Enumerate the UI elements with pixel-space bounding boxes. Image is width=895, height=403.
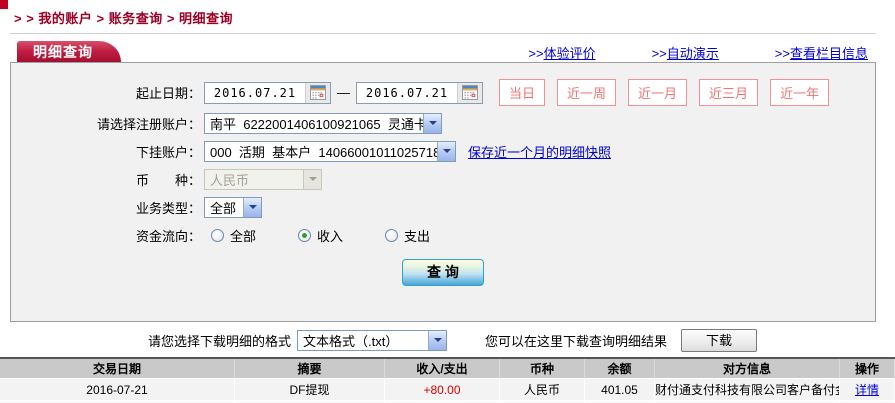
- download-format-value: 文本格式（.txt）: [303, 333, 399, 349]
- cell-action: 详情: [840, 379, 895, 401]
- tab-swoosh-shape: [99, 41, 121, 62]
- col-header-amount: 收入/支出: [385, 359, 500, 379]
- chevron-down-icon[interactable]: [437, 141, 455, 161]
- cell-currency: 人民币: [500, 379, 585, 401]
- start-date-value: 2016.07.21: [213, 85, 297, 100]
- col-header-currency: 币种: [500, 359, 585, 379]
- cell-counterparty: 财付通支付科技有限公司客户备付金: [655, 379, 840, 401]
- corner-marker: [0, 0, 8, 9]
- col-header-balance: 余额: [585, 359, 655, 379]
- save-snapshot-link[interactable]: 保存近一个月的明细快照: [468, 142, 611, 161]
- sub-account-label: 下挂账户：: [135, 144, 201, 160]
- sub-account-row: 下挂账户： 000 活期 基本户 1406600101102571848 保存近…: [11, 140, 875, 162]
- fund-flow-option-all[interactable]: 全部: [211, 226, 256, 245]
- date-range-label: 起止日期：: [135, 86, 201, 101]
- tab-bar: 明细查询 >>体验评价 >>自动演示 >>查看栏目信息: [10, 41, 876, 62]
- download-button[interactable]: 下载: [681, 328, 758, 352]
- col-header-action: 操作: [840, 359, 895, 379]
- tab-detail-query[interactable]: 明细查询: [17, 41, 121, 62]
- chevron-down-icon[interactable]: [428, 330, 447, 350]
- tab-label: 明细查询: [17, 41, 99, 62]
- col-header-date: 交易日期: [0, 359, 235, 379]
- query-button[interactable]: 查 询: [402, 259, 484, 286]
- currency-select: 人民币: [204, 168, 322, 190]
- fund-flow-row: 资金流向： 全部 收入 支出: [11, 224, 875, 246]
- register-account-select[interactable]: 南平 6222001406100921065 灵通卡: [204, 112, 442, 134]
- col-header-summary: 摘要: [235, 359, 385, 379]
- end-date-input[interactable]: 2016.07.21: [356, 81, 483, 104]
- date-range-separator: —: [337, 85, 350, 100]
- col-header-counterparty: 对方信息: [655, 359, 840, 379]
- chevron-down-icon[interactable]: [423, 113, 441, 133]
- quick-range-today-button[interactable]: 当日: [499, 79, 546, 106]
- results-table: 交易日期 摘要 收入/支出 币种 余额 对方信息 操作 2016-07-21 D…: [0, 359, 895, 403]
- fund-flow-option-income[interactable]: 收入: [298, 226, 343, 245]
- radio-label: 全部: [230, 228, 257, 244]
- chevron-down-icon[interactable]: [243, 197, 261, 217]
- radio-label: 支出: [404, 228, 431, 244]
- link-auto-demo[interactable]: >>自动演示: [652, 43, 719, 62]
- calendar-icon[interactable]: [457, 82, 482, 103]
- date-range-row: 起止日期： 2016.07.21 — 2016.07.21 当日 近一周 近一月…: [11, 79, 875, 106]
- radio-label: 收入: [317, 228, 344, 244]
- cell-date: 2016-07-21: [0, 379, 235, 401]
- download-format-select[interactable]: 文本格式（.txt）: [297, 329, 448, 351]
- download-row: 请您选择下载明细的格式 文本格式（.txt） 您可以在这里下载查询明细结果 下载: [0, 327, 895, 353]
- radio-icon[interactable]: [211, 228, 224, 242]
- link-experience-rating[interactable]: >>体验评价: [528, 43, 595, 62]
- divider-line: [10, 33, 876, 34]
- start-date-input[interactable]: 2016.07.21: [204, 81, 331, 104]
- currency-label: 币 种：: [135, 172, 201, 188]
- link-arrows: >>: [651, 46, 667, 61]
- business-type-label: 业务类型：: [135, 200, 201, 216]
- sub-account-value: 000 活期 基本户 1406600101102571848: [210, 144, 437, 160]
- chevron-down-icon: [303, 169, 321, 189]
- end-date-value: 2016.07.21: [365, 85, 449, 100]
- radio-icon[interactable]: [298, 228, 312, 242]
- table-row: 2016-07-21 DF提现 +80.00 人民币 401.05 财付通支付科…: [0, 379, 895, 401]
- register-account-row: 请选择注册账户： 南平 6222001406100921065 灵通卡: [11, 112, 875, 134]
- business-type-select[interactable]: 全部: [204, 196, 262, 218]
- quick-range-year-button[interactable]: 近一年: [770, 79, 830, 106]
- link-view-column-info[interactable]: >>查看栏目信息: [775, 43, 868, 62]
- link-arrows: >>: [774, 46, 790, 61]
- register-account-value: 南平 6222001406100921065 灵通卡: [210, 116, 423, 132]
- cell-balance: 401.05: [585, 379, 655, 401]
- quick-range-buttons: 当日 近一周 近一月 近三月 近一年: [499, 79, 830, 106]
- calendar-icon[interactable]: [305, 82, 330, 103]
- download-hint: 您可以在这里下载查询明细结果: [485, 333, 668, 349]
- query-button-row: 查 询: [11, 259, 875, 286]
- register-account-label: 请选择注册账户：: [96, 116, 201, 132]
- business-type-row: 业务类型： 全部: [11, 196, 875, 218]
- fund-flow-option-expense[interactable]: 支出: [385, 226, 430, 245]
- download-format-label: 请您选择下载明细的格式: [148, 333, 292, 349]
- currency-row: 币 种： 人民币: [11, 168, 875, 190]
- link-arrows: >>: [528, 46, 544, 61]
- fund-flow-label: 资金流向：: [135, 228, 201, 244]
- table-header-row: 交易日期 摘要 收入/支出 币种 余额 对方信息 操作: [0, 359, 895, 379]
- cell-amount: +80.00: [385, 379, 500, 401]
- quick-range-week-button[interactable]: 近一周: [557, 79, 617, 106]
- query-form-panel: 起止日期： 2016.07.21 — 2016.07.21 当日 近一周 近一月…: [10, 62, 876, 322]
- quick-range-month-button[interactable]: 近一月: [628, 79, 688, 106]
- sub-account-select[interactable]: 000 活期 基本户 1406600101102571848: [204, 140, 456, 162]
- results-table-wrap: 交易日期 摘要 收入/支出 币种 余额 对方信息 操作 2016-07-21 D…: [0, 357, 895, 403]
- currency-value: 人民币: [210, 172, 250, 188]
- cell-summary: DF提现: [235, 379, 385, 401]
- detail-link[interactable]: 详情: [855, 383, 879, 397]
- quick-range-3months-button[interactable]: 近三月: [699, 79, 759, 106]
- business-type-value: 全部: [210, 200, 237, 216]
- radio-icon[interactable]: [385, 228, 399, 242]
- breadcrumb[interactable]: > > 我的账户 > 账务查询 > 明细查询: [0, 0, 895, 27]
- header-links: >>体验评价 >>自动演示 >>查看栏目信息: [528, 43, 868, 62]
